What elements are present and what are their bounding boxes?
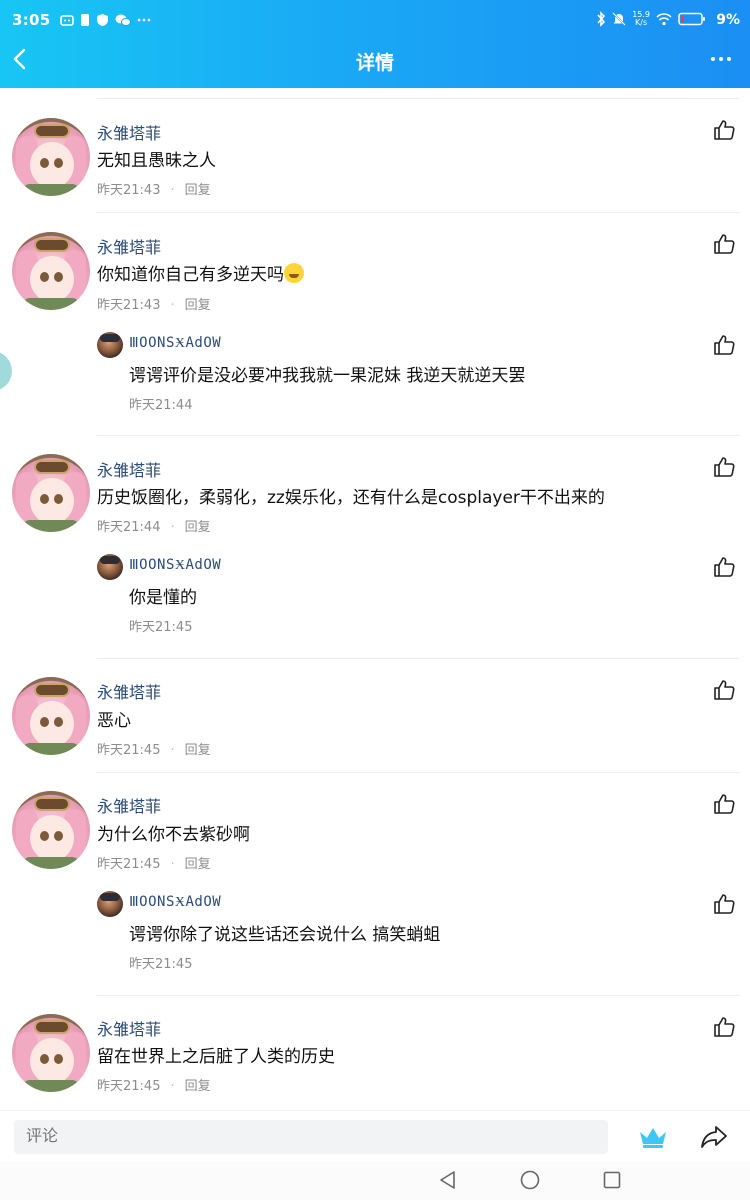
comment-author[interactable]: 永雏塔菲 xyxy=(97,1016,161,1040)
sim-icon xyxy=(81,14,89,26)
thumbs-up-icon[interactable] xyxy=(712,455,736,479)
comment-author[interactable]: 永雏塔菲 xyxy=(97,234,161,258)
comment-time: 昨天21:45 xyxy=(97,743,161,758)
comment-time: 昨天21:43 xyxy=(97,298,161,313)
battery-icon xyxy=(678,12,705,26)
comment-author[interactable]: 永雏塔菲 xyxy=(97,793,161,817)
divider xyxy=(97,772,740,773)
comment-meta: 昨天21:45 · 回复 xyxy=(97,743,211,758)
avatar[interactable] xyxy=(12,1014,90,1092)
thumbs-up-icon[interactable] xyxy=(712,232,736,256)
thumbs-up-icon[interactable] xyxy=(712,333,736,357)
comment-bar xyxy=(0,1110,750,1162)
system-navigation-bar xyxy=(0,1162,750,1200)
comment-input[interactable] xyxy=(14,1120,608,1154)
reply-text: 谔谔你除了说这些话还会说什么 搞笑蛸蛆 xyxy=(129,925,441,945)
reply-button[interactable]: 回复 xyxy=(185,183,211,198)
reply-time: 昨天21:45 xyxy=(129,957,193,972)
nav-back-icon[interactable] xyxy=(437,1169,459,1191)
avatar[interactable] xyxy=(12,454,90,532)
reply-button[interactable]: 回复 xyxy=(185,743,211,758)
reply-time: 昨天21:44 xyxy=(129,398,193,413)
comment-time: 昨天21:45 xyxy=(97,1079,161,1094)
comment-text: 历史饭圈化，柔弱化，zz娱乐化，还有什么是cosplayer干不出来的 xyxy=(97,488,605,508)
shield-icon xyxy=(97,14,108,26)
nav-home-icon[interactable] xyxy=(519,1169,541,1191)
reply-text: 你是懂的 xyxy=(129,588,197,608)
wechat-icon xyxy=(115,14,131,26)
more-dot xyxy=(719,57,723,61)
reply-author[interactable]: ⅢOONSӾAdOW xyxy=(129,557,221,574)
divider xyxy=(97,212,740,213)
status-right-icons: 15.9 K/s xyxy=(596,11,706,27)
comment-text: 留在世界上之后脏了人类的历史 xyxy=(97,1047,335,1067)
reply-time: 昨天21:45 xyxy=(129,620,193,635)
comment-meta: 昨天21:45 · 回复 xyxy=(97,1079,211,1094)
avatar[interactable] xyxy=(12,791,90,869)
thumbs-up-icon[interactable] xyxy=(712,555,736,579)
battery-percent: 9% xyxy=(716,12,740,28)
comment-meta: 昨天21:45 · 回复 xyxy=(97,857,211,872)
comment-text: 恶心 xyxy=(97,711,131,731)
reply-button[interactable]: 回复 xyxy=(185,857,211,872)
status-time: 3:05 xyxy=(12,11,51,29)
reply-avatar[interactable] xyxy=(97,891,123,917)
thumbs-up-icon[interactable] xyxy=(712,892,736,916)
comment-meta: 昨天21:44 · 回复 xyxy=(97,520,211,535)
side-handle[interactable] xyxy=(0,351,12,391)
comment-feed[interactable]: 永雏塔菲 无知且愚昧之人 昨天21:43 · 回复 永雏塔菲 你知道你自己有多逆天吗… xyxy=(0,88,750,1110)
mute-bell-icon xyxy=(612,12,626,26)
status-bar: 3:05 15.9 K/s 9% xyxy=(0,0,750,40)
more-dot xyxy=(727,57,731,61)
comment-author[interactable]: 永雏塔菲 xyxy=(97,120,161,144)
comment-text-content: 你知道你自己有多逆天吗 xyxy=(97,265,284,285)
reply-author[interactable]: ⅢOONSӾAdOW xyxy=(129,894,221,911)
top-bar: 3:05 15.9 K/s 9% 详情 xyxy=(0,0,750,88)
wifi-icon xyxy=(656,12,672,25)
comment-time: 昨天21:43 xyxy=(97,183,161,198)
comment-meta: 昨天21:43 · 回复 xyxy=(97,298,211,313)
sweat-smile-emoji-icon xyxy=(284,263,304,283)
avatar[interactable] xyxy=(12,232,90,310)
reply-button[interactable]: 回复 xyxy=(185,520,211,535)
thumbs-up-icon[interactable] xyxy=(712,678,736,702)
avatar[interactable] xyxy=(12,118,90,196)
page-title: 详情 xyxy=(355,52,394,74)
reply-button[interactable]: 回复 xyxy=(185,1079,211,1094)
comment-author[interactable]: 永雏塔菲 xyxy=(97,457,161,481)
reply-button[interactable]: 回复 xyxy=(185,298,211,313)
divider xyxy=(97,658,740,659)
network-speed-unit: K/s xyxy=(635,18,648,27)
comment-meta: 昨天21:43 · 回复 xyxy=(97,183,211,198)
crown-icon[interactable] xyxy=(637,1124,669,1150)
comment-text: 你知道你自己有多逆天吗 xyxy=(97,260,304,285)
reply-text: 谔谔评价是没必要冲我我就一果泥妹 我逆天就逆天罢 xyxy=(129,366,526,386)
network-speed: 15.9 K/s xyxy=(632,11,650,27)
nav-recents-icon[interactable] xyxy=(601,1169,623,1191)
divider xyxy=(97,995,740,996)
thumbs-up-icon[interactable] xyxy=(712,1015,736,1039)
more-options-button[interactable] xyxy=(706,50,736,68)
reply-author[interactable]: ⅢOONSӾAdOW xyxy=(129,335,221,352)
divider xyxy=(97,435,740,436)
thumbs-up-icon[interactable] xyxy=(712,792,736,816)
comment-text: 无知且愚昧之人 xyxy=(97,151,216,171)
app-notification-icon xyxy=(60,15,74,26)
thumbs-up-icon[interactable] xyxy=(712,118,736,142)
comment-text: 为什么你不去紫砂啊 xyxy=(97,825,250,845)
share-icon[interactable] xyxy=(700,1124,728,1150)
more-notifications-icon xyxy=(137,18,151,22)
comment-time: 昨天21:44 xyxy=(97,520,161,535)
reply-avatar[interactable] xyxy=(97,332,123,358)
comment-author[interactable]: 永雏塔菲 xyxy=(97,679,161,703)
avatar[interactable] xyxy=(12,677,90,755)
bluetooth-icon xyxy=(597,11,606,27)
status-left-icons xyxy=(60,13,151,27)
comment-time: 昨天21:45 xyxy=(97,857,161,872)
divider xyxy=(97,98,740,99)
more-dot xyxy=(711,57,715,61)
reply-avatar[interactable] xyxy=(97,554,123,580)
